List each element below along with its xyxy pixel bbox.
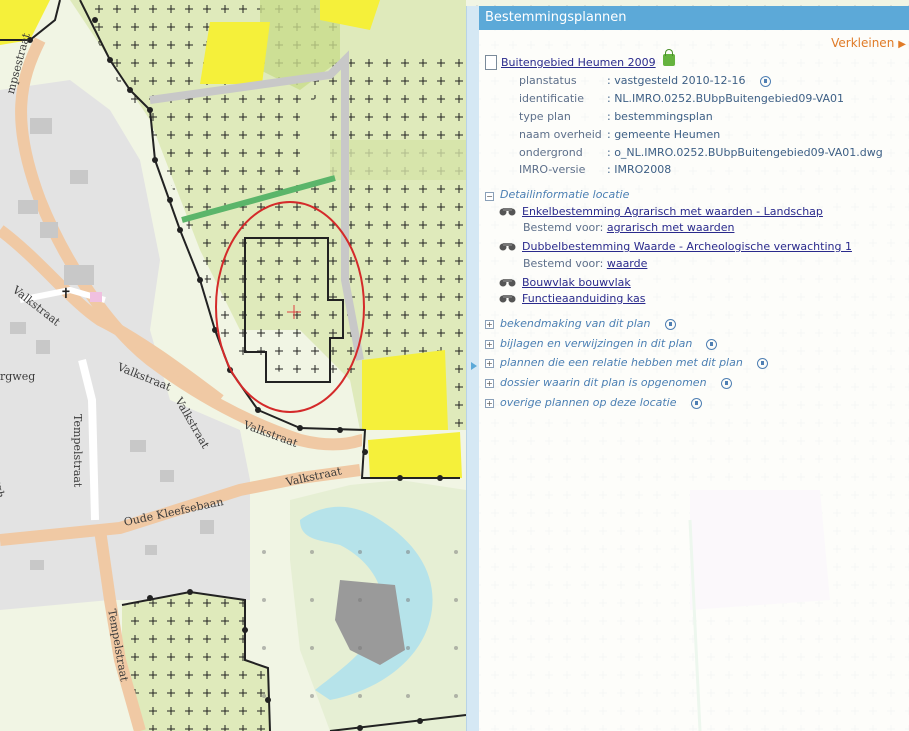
- bestemd-link[interactable]: waarde: [607, 257, 648, 270]
- binoculars-icon: [499, 243, 516, 251]
- prop-key: identificatie: [519, 92, 585, 105]
- prop-key: type plan: [519, 110, 571, 123]
- prop-value: : vastgesteld 2010-12-16: [607, 74, 746, 87]
- prop-value: : o_NL.IMRO.0252.BUbpBuitengebied09-VA01…: [607, 146, 883, 159]
- section-dossier[interactable]: dossier waarin dit plan is opgenomen: [500, 376, 732, 389]
- section-relatie[interactable]: plannen die een relatie hebben met dit p…: [500, 356, 768, 369]
- bestemd-prefix: Bestemd voor:: [523, 257, 604, 270]
- section-label: dossier waarin dit plan is opgenomen: [500, 376, 707, 389]
- binoculars-icon: [499, 279, 516, 287]
- info-icon[interactable]: [759, 75, 771, 87]
- prop-naam-overheid: naam overheid : gemeente Heumen: [519, 128, 720, 141]
- info-icon[interactable]: [664, 318, 676, 330]
- section-bekendmaking[interactable]: bekendmaking van dit plan: [500, 317, 676, 330]
- expand-toggle-icon[interactable]: +: [485, 379, 494, 388]
- expand-toggle-icon[interactable]: +: [485, 399, 494, 408]
- detail-section-title[interactable]: Detailinformatie locatie: [500, 188, 629, 201]
- prop-key: planstatus: [519, 74, 577, 87]
- section-overige[interactable]: overige plannen op deze locatie: [500, 396, 702, 409]
- section-label: bijlagen en verwijzingen in dit plan: [500, 337, 693, 350]
- section-label: bekendmaking van dit plan: [500, 317, 651, 330]
- prop-key: ondergrond: [519, 146, 583, 159]
- binoculars-icon: [499, 208, 516, 216]
- bestemming-link[interactable]: Dubbelbestemming Waarde - Archeologische…: [522, 240, 852, 253]
- svg-text:✝: ✝: [60, 286, 72, 302]
- collapse-toggle-icon[interactable]: −: [485, 192, 494, 201]
- shrink-button[interactable]: Verkleinen ▶: [831, 36, 906, 50]
- bestemd-voor: Bestemd voor: waarde: [523, 257, 647, 270]
- expand-toggle-icon[interactable]: +: [485, 320, 494, 329]
- prop-imro-versie: IMRO-versie : IMRO2008: [519, 163, 671, 176]
- bestemd-prefix: Bestemd voor:: [523, 221, 604, 234]
- map-street-label: rgweg: [0, 370, 36, 383]
- prop-value: : NL.IMRO.0252.BUbpBuitengebied09-VA01: [607, 92, 845, 105]
- bestemd-voor: Bestemd voor: agrarisch met waarden: [523, 221, 734, 234]
- bestemming-link[interactable]: Functieaanduiding kas: [522, 292, 645, 305]
- bestemming-link[interactable]: Bouwvlak bouwvlak: [522, 276, 631, 289]
- prop-key: naam overheid: [519, 128, 602, 141]
- section-bijlagen[interactable]: bijlagen en verwijzingen in dit plan: [500, 337, 718, 350]
- section-label: overige plannen op deze locatie: [500, 396, 677, 409]
- section-label: plannen die een relatie hebben met dit p…: [500, 356, 743, 369]
- panel-expand-arrow-icon[interactable]: [471, 362, 477, 370]
- prop-value: : bestemmingsplan: [607, 110, 713, 123]
- expand-toggle-icon[interactable]: +: [485, 359, 494, 368]
- info-icon[interactable]: [720, 377, 732, 389]
- prop-identificatie: identificatie : NL.IMRO.0252.BUbpBuitenge…: [519, 92, 844, 105]
- prop-value: : IMRO2008: [607, 163, 672, 176]
- binoculars-icon: [499, 295, 516, 303]
- prop-value: : gemeente Heumen: [607, 128, 721, 141]
- shrink-label: Verkleinen: [831, 36, 895, 50]
- map-street-label: Tempelstraat: [71, 414, 84, 488]
- prop-planstatus: planstatus : vastgesteld 2010-12-16: [519, 74, 771, 87]
- lock-icon: [663, 49, 675, 66]
- prop-ondergrond: ondergrond : o_NL.IMRO.0252.BUbpBuitengeb…: [519, 146, 883, 159]
- panel-title: Bestemmingsplannen: [479, 6, 909, 30]
- info-icon[interactable]: [706, 338, 718, 350]
- prop-key: IMRO-versie: [519, 163, 586, 176]
- bestemd-link[interactable]: agrarisch met waarden: [607, 221, 735, 234]
- prop-type-plan: type plan : bestemmingsplan: [519, 110, 713, 123]
- triangle-right-icon: ▶: [898, 39, 906, 50]
- bestemming-link[interactable]: Enkelbestemming Agrarisch met waarden - …: [522, 205, 823, 218]
- bestemmingsplannen-panel: Bestemmingsplannen Verkleinen ▶ Buitengeb…: [466, 6, 909, 731]
- plan-link[interactable]: Buitengebied Heumen 2009: [501, 56, 656, 69]
- info-icon[interactable]: [756, 357, 768, 369]
- info-icon[interactable]: [690, 397, 702, 409]
- document-icon: [485, 55, 497, 70]
- expand-toggle-icon[interactable]: +: [485, 340, 494, 349]
